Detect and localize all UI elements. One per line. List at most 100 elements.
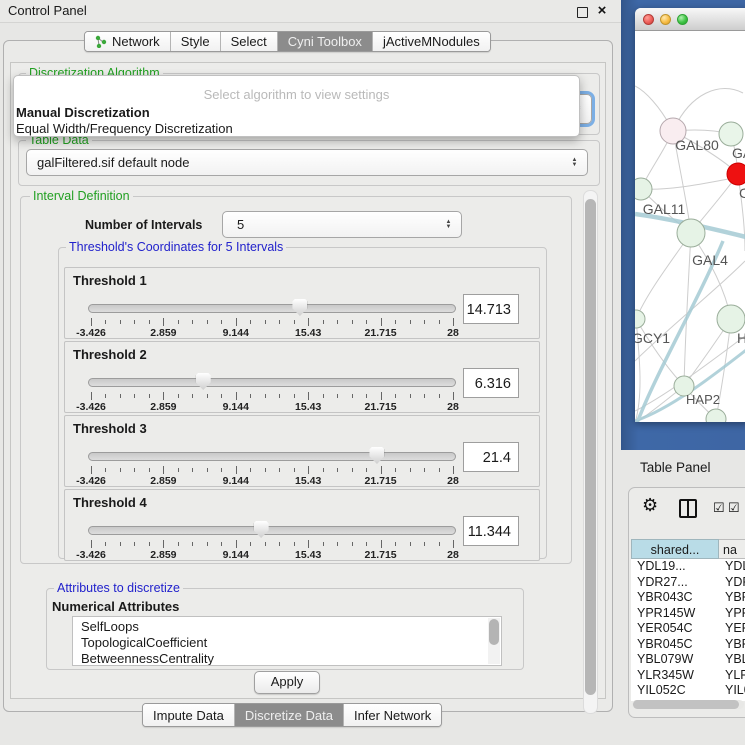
threshold-2-value-field[interactable]: 6.316 [463, 368, 519, 398]
node[interactable] [706, 409, 726, 422]
column-header-shared[interactable]: shared... [631, 539, 719, 559]
node[interactable] [677, 219, 705, 247]
attributes-group-title: Attributes to discretize [54, 581, 183, 595]
threshold-4-panel: Threshold 4 -3.426 2.859 9.144 15.43 21.… [64, 489, 540, 561]
slider-thumb[interactable] [369, 447, 384, 464]
algorithm-option-equal-width[interactable]: Equal Width/Frequency Discretization [14, 122, 579, 136]
zoom-window-button[interactable] [677, 14, 688, 25]
table-body[interactable]: YDL19...YDL1 YDR27...YDR2 YBR043CYBR0 YP… [631, 559, 745, 701]
threshold-3-panel: Threshold 3 -3.426 2.859 9.144 15.43 21.… [64, 415, 540, 487]
threshold-4-value-field[interactable]: 11.344 [463, 516, 519, 546]
node-label: C [739, 185, 745, 201]
table-row[interactable]: YDR27...YDR2 [631, 575, 745, 591]
threshold-1-slider[interactable] [91, 296, 453, 318]
algorithm-option-manual[interactable]: Manual Discretization [14, 106, 579, 120]
close-window-button[interactable] [643, 14, 654, 25]
control-panel: Control Panel × Network Style [0, 0, 621, 745]
node[interactable] [719, 122, 743, 146]
float-panel-icon[interactable] [577, 7, 588, 18]
table-row[interactable]: YPR145WYPR1 [631, 606, 745, 622]
table-header-row: shared... na [631, 539, 745, 559]
control-panel-titlebar: Control Panel × [0, 0, 621, 23]
network-desktop: GAL80 GA C GAL11 GAL4 GCY1 H HAP2 [621, 0, 745, 450]
control-panel-title: Control Panel [8, 0, 87, 22]
threshold-4-slider[interactable] [91, 518, 453, 540]
combo-arrows-icon: ▲▼ [570, 158, 579, 168]
table-panel-title: Table Panel [640, 460, 711, 475]
column-layout-icon[interactable] [679, 499, 697, 518]
tab-discretize-data[interactable]: Discretize Data [234, 704, 343, 726]
slider-track [88, 452, 456, 461]
list-item[interactable]: SelfLoops [73, 619, 501, 635]
tab-jactivemnodules[interactable]: jActiveMNodules [372, 32, 490, 51]
slider-scale: -3.426 2.859 9.144 15.43 21.715 28 [91, 327, 453, 338]
slider-thumb[interactable] [254, 521, 269, 538]
node-label: GA [732, 145, 745, 161]
node-table: shared... na YDL19...YDL1 YDR27...YDR2 Y… [631, 539, 745, 701]
table-row[interactable]: YIL052CYIL0 [631, 683, 745, 699]
node[interactable] [717, 305, 745, 333]
threshold-2-slider[interactable] [91, 370, 453, 392]
table-row[interactable]: YBR043CYBR0 [631, 590, 745, 606]
tab-style[interactable]: Style [170, 32, 220, 51]
list-item[interactable]: BetweennessCentrality [73, 651, 501, 666]
node-selected[interactable] [727, 163, 745, 185]
tab-impute-data[interactable]: Impute Data [143, 704, 234, 726]
cyni-mode-tabs: Impute Data Discretize Data Infer Networ… [142, 703, 442, 727]
list-item[interactable]: TopologicalCoefficient [73, 635, 501, 651]
threshold-3-value-field[interactable]: 21.4 [463, 442, 519, 472]
scrollbar-thumb[interactable] [585, 199, 596, 695]
scrollbar-thumb[interactable] [633, 700, 739, 709]
node-label: GCY1 [635, 330, 670, 346]
node-label: HAP2 [686, 392, 720, 407]
network-view-window: GAL80 GA C GAL11 GAL4 GCY1 H HAP2 [635, 8, 745, 422]
slider-track [88, 304, 456, 313]
node[interactable] [635, 178, 652, 200]
content-vertical-scrollbar[interactable] [583, 190, 598, 714]
threshold-4-label: Threshold 4 [73, 495, 147, 510]
network-icon [95, 35, 107, 48]
node-label: GAL80 [675, 137, 719, 153]
network-window-titlebar [635, 8, 745, 31]
table-row[interactable]: YBR045CYBR0 [631, 637, 745, 653]
tab-select[interactable]: Select [220, 32, 277, 51]
list-scrollbar[interactable] [488, 618, 500, 664]
tab-network-label: Network [112, 34, 160, 49]
threshold-3-slider[interactable] [91, 444, 453, 466]
threshold-1-value-field[interactable]: 14.713 [463, 294, 519, 324]
column-header-name[interactable]: na [719, 539, 745, 559]
algorithm-dropdown-popup: Select algorithm to view settings Manual… [13, 75, 580, 137]
table-row[interactable]: YLR345WYLR3 [631, 668, 745, 684]
control-panel-tabs: Network Style Select Cyni Toolbox jActiv… [84, 31, 491, 52]
table-row[interactable]: YDL19...YDL1 [631, 559, 745, 575]
close-panel-icon[interactable]: × [594, 0, 610, 22]
table-horizontal-scrollbar[interactable] [632, 700, 744, 709]
tab-cyni-toolbox[interactable]: Cyni Toolbox [277, 32, 372, 51]
node[interactable] [635, 310, 645, 328]
slider-thumb[interactable] [292, 299, 307, 316]
table-row[interactable]: YBL079WYBL0 [631, 652, 745, 668]
checkbox-icon[interactable]: ☑ [713, 501, 725, 514]
number-of-intervals-combobox[interactable]: 5 ▲▼ [222, 211, 462, 238]
checkbox-icon[interactable]: ☑ [728, 501, 740, 514]
scrollbar-thumb[interactable] [489, 619, 499, 645]
threshold-3-label: Threshold 3 [73, 421, 147, 436]
interval-definition-title: Interval Definition [30, 189, 133, 203]
table-row[interactable]: YER054CYER0 [631, 621, 745, 637]
table-data-combobox[interactable]: galFiltered.sif default node ▲▼ [26, 149, 588, 176]
threshold-1-panel: Threshold 1 -3.426 2.859 9.144 15.43 21.… [64, 267, 540, 339]
tab-network[interactable]: Network [85, 32, 170, 51]
number-of-intervals-label: Number of Intervals [85, 218, 202, 232]
threshold-2-panel: Threshold 2 -3.426 2.859 9.144 15.43 21.… [64, 341, 540, 413]
apply-button[interactable]: Apply [254, 671, 320, 694]
slider-thumb[interactable] [196, 373, 211, 390]
table-panel: ⚙ ☑ ☑ shared... na YDL19...YDL1 YDR27...… [628, 487, 745, 718]
tab-infer-network[interactable]: Infer Network [343, 704, 441, 726]
slider-track [88, 526, 456, 535]
slider-scale: -3.426 2.859 9.144 15.43 21.715 28 [91, 549, 453, 560]
gear-icon[interactable]: ⚙ [642, 496, 658, 514]
minimize-window-button[interactable] [660, 14, 671, 25]
network-canvas[interactable]: GAL80 GA C GAL11 GAL4 GCY1 H HAP2 [635, 31, 745, 422]
right-region: GAL80 GA C GAL11 GAL4 GCY1 H HAP2 Table … [621, 0, 745, 745]
numerical-attributes-list[interactable]: SelfLoops TopologicalCoefficient Between… [72, 616, 502, 666]
